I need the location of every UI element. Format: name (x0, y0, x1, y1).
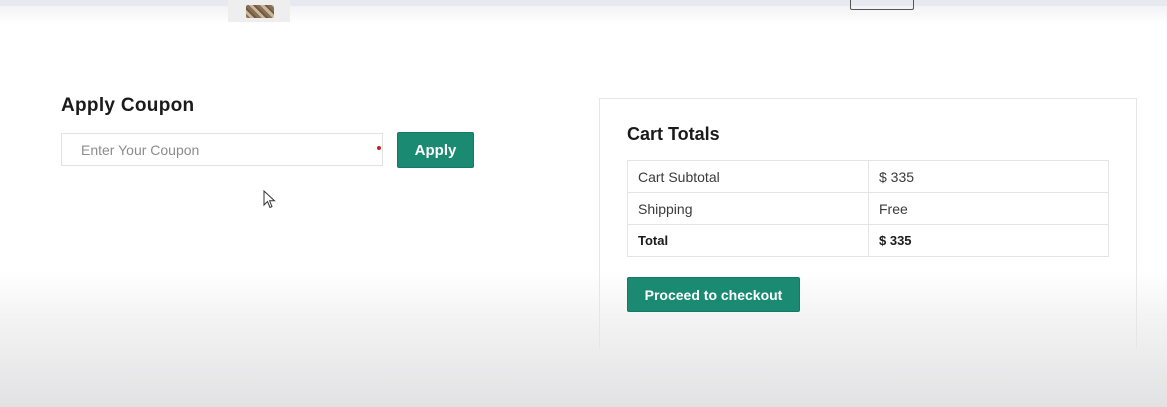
cart-totals-table: Cart Subtotal $ 335 Shipping Free Total … (627, 160, 1109, 257)
apply-coupon-button[interactable]: Apply (397, 132, 474, 168)
proceed-to-checkout-button[interactable]: Proceed to checkout (627, 277, 800, 312)
table-row: Total $ 335 (627, 224, 1109, 257)
apply-coupon-heading: Apply Coupon (61, 95, 195, 116)
product-image (246, 5, 274, 18)
cart-subtotal-value: $ 335 (868, 160, 1109, 193)
required-marker (377, 146, 381, 150)
mouse-pointer-icon (263, 190, 276, 209)
table-row: Cart Subtotal $ 335 (627, 160, 1109, 193)
total-value: $ 335 (868, 224, 1109, 257)
shipping-value: Free (868, 192, 1109, 225)
cart-subtotal-label: Cart Subtotal (627, 160, 869, 193)
top-shadow (0, 6, 1167, 24)
shipping-label: Shipping (627, 192, 869, 225)
total-label: Total (627, 224, 869, 257)
quantity-box-edge[interactable] (850, 0, 914, 10)
table-row: Shipping Free (627, 192, 1109, 225)
cart-totals-heading: Cart Totals (627, 124, 720, 144)
product-thumbnail (228, 0, 290, 22)
coupon-input[interactable] (61, 133, 383, 166)
